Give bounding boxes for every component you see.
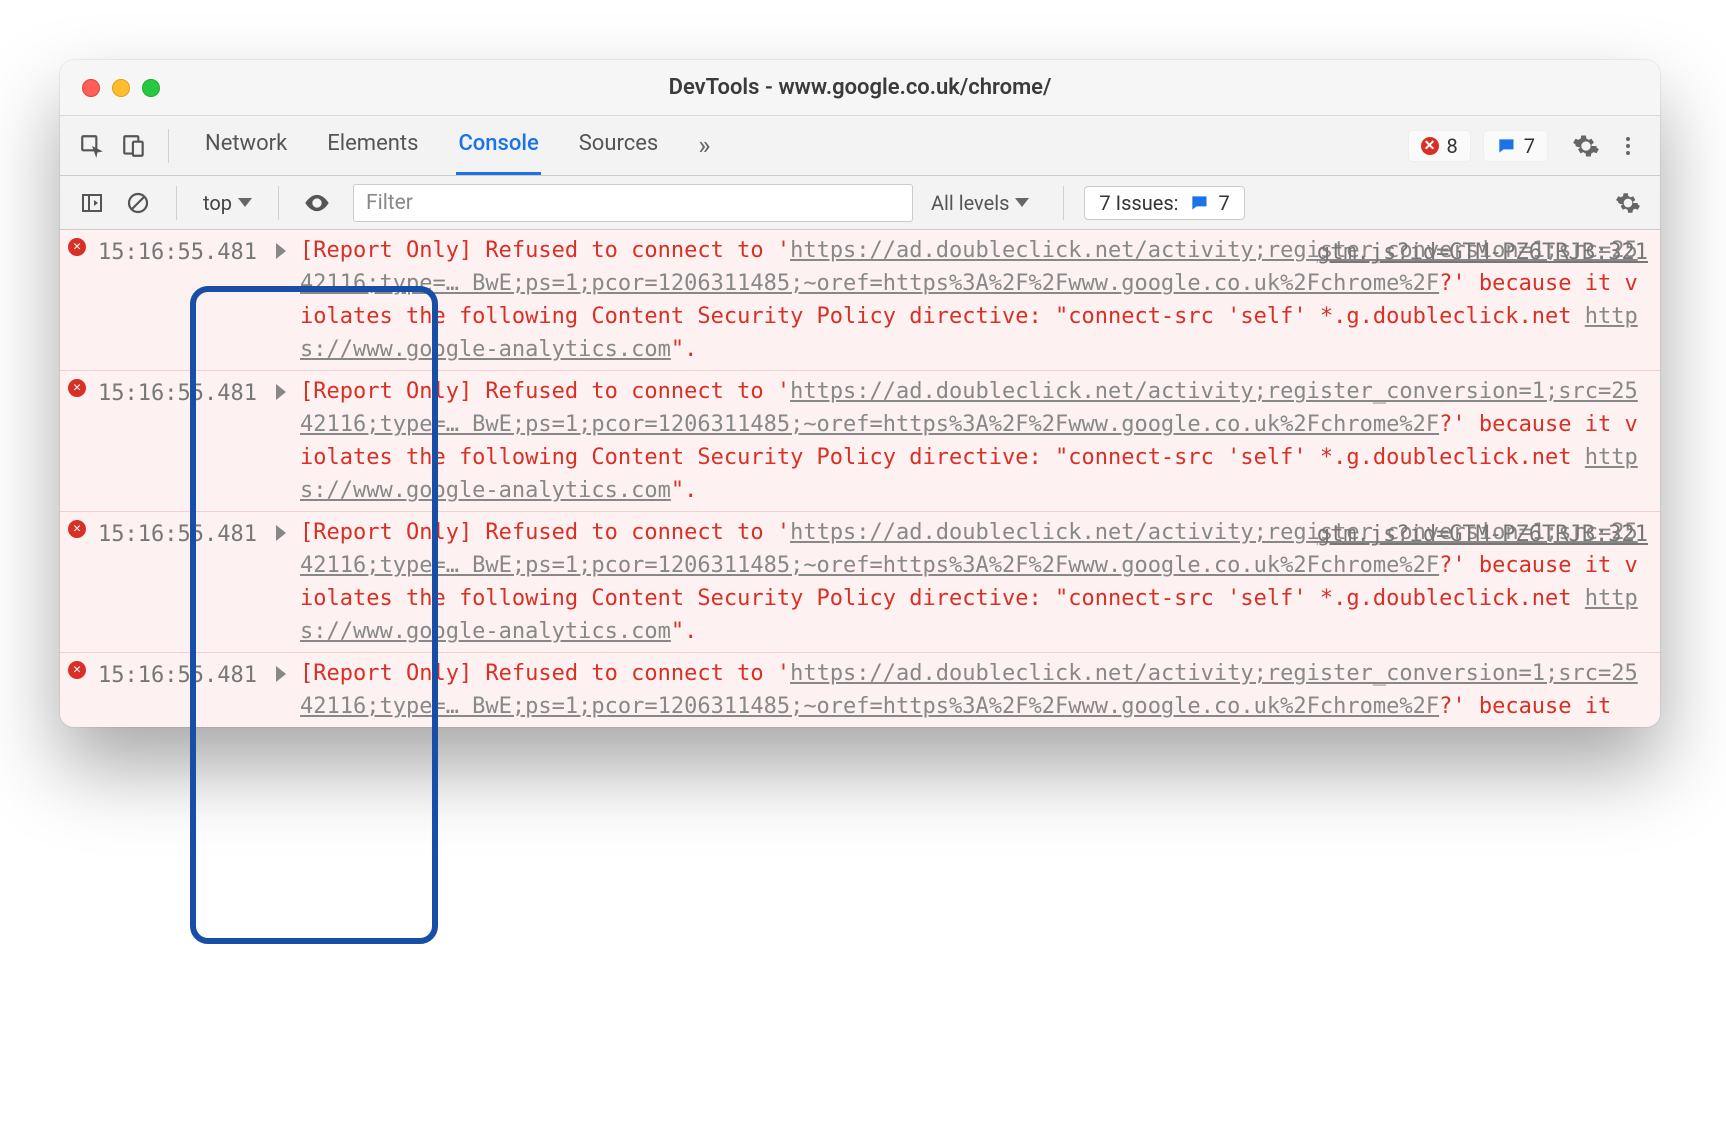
console-message: gtm.js?id=GTM-PZ6TRJB:321[Report Only] R… (300, 234, 1660, 366)
disclosure-triangle-icon[interactable] (276, 243, 286, 259)
message-icon (1496, 136, 1516, 156)
log-levels-selector[interactable]: All levels (931, 191, 1029, 215)
console-row[interactable]: ✕ 15:16:55.481gtm.js?id=GTM-PZ6TRJB:321[R… (60, 230, 1660, 370)
console-toolbar: top Filter All levels 7 Issues: 7 (60, 176, 1660, 230)
devtools-window: DevTools - www.google.co.uk/chrome/ Netw… (60, 60, 1660, 727)
disclosure-triangle-icon[interactable] (276, 384, 286, 400)
tab-elements[interactable]: Elements (325, 117, 420, 175)
close-window-button[interactable] (82, 79, 100, 97)
source-link[interactable]: gtm.js?id=GTM-PZ6TRJB:321 (1317, 518, 1648, 551)
filter-input[interactable]: Filter (353, 184, 913, 222)
message-icon (1189, 193, 1209, 213)
timestamp: 15:16:55.481 (98, 234, 276, 366)
context-selector[interactable]: top (197, 189, 258, 217)
issues-button[interactable]: 7 Issues: 7 (1084, 186, 1244, 220)
error-icon: ✕ (68, 379, 86, 397)
settings-gear-icon[interactable] (1568, 128, 1604, 164)
console-row[interactable]: ✕ 15:16:55.481 [Report Only] Refused to co… (60, 652, 1660, 727)
error-icon: ✕ (1421, 137, 1439, 155)
more-menu-icon[interactable] (1610, 128, 1646, 164)
tab-network[interactable]: Network (203, 117, 289, 175)
timestamp: 15:16:55.481 (98, 657, 276, 723)
top-tabbar: Network Elements Console Sources » ✕ 8 7 (60, 116, 1660, 176)
console-messages: ✕15:16:55.481gtm.js?id=GTM-PZ6TRJB:321[R… (60, 230, 1660, 727)
device-toolbar-icon[interactable] (116, 128, 152, 164)
tab-sources[interactable]: Sources (577, 117, 661, 175)
more-tabs-icon[interactable]: » (696, 117, 712, 175)
chevron-down-icon (1015, 198, 1029, 207)
message-count-pill[interactable]: 7 (1483, 130, 1548, 162)
source-link[interactable]: gtm.js?id=GTM-PZ6TRJB:321 (1317, 236, 1648, 269)
console-message: [Report Only] Refused to connect to 'htt… (300, 375, 1660, 507)
show-sidebar-icon[interactable] (74, 185, 110, 221)
disclosure-triangle-icon[interactable] (276, 666, 286, 682)
console-row[interactable]: ✕ 15:16:55.481[Report Only] Refused to co… (60, 370, 1660, 511)
error-icon: ✕ (68, 238, 86, 256)
chevron-down-icon (238, 198, 252, 207)
error-count-pill[interactable]: ✕ 8 (1408, 130, 1471, 162)
maximize-window-button[interactable] (142, 79, 160, 97)
live-expression-eye-icon[interactable] (299, 185, 335, 221)
console-settings-gear-icon[interactable] (1610, 185, 1646, 221)
error-icon: ✕ (68, 661, 86, 679)
clear-console-icon[interactable] (120, 185, 156, 221)
timestamp: 15:16:55.481 (98, 516, 276, 648)
tab-console[interactable]: Console (456, 117, 540, 175)
window-titlebar: DevTools - www.google.co.uk/chrome/ (60, 60, 1660, 116)
error-icon: ✕ (68, 520, 86, 538)
window-title: DevTools - www.google.co.uk/chrome/ (60, 75, 1660, 100)
console-message: [Report Only] Refused to connect to 'htt… (300, 657, 1660, 723)
console-message: gtm.js?id=GTM-PZ6TRJB:321[Report Only] R… (300, 516, 1660, 648)
disclosure-triangle-icon[interactable] (276, 525, 286, 541)
timestamp: 15:16:55.481 (98, 375, 276, 507)
minimize-window-button[interactable] (112, 79, 130, 97)
console-row[interactable]: ✕ 15:16:55.481gtm.js?id=GTM-PZ6TRJB:321[R… (60, 511, 1660, 652)
inspect-element-icon[interactable] (74, 128, 110, 164)
